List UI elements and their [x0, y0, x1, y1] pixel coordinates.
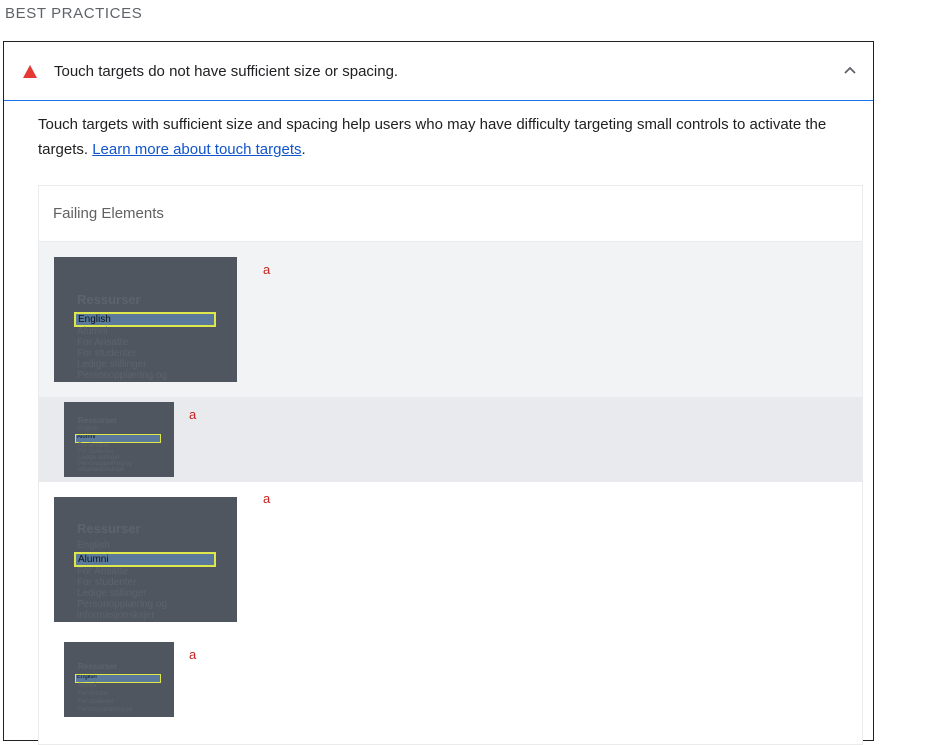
thumb-line: For Ansatte [77, 337, 129, 348]
table-row: Ressurser English Alumni For Ansatte For… [39, 482, 862, 627]
audit-header[interactable]: Touch targets do not have sufficient siz… [4, 42, 873, 101]
thumb-line: English [78, 426, 98, 432]
thumb-line: Personopplæring og [77, 599, 168, 610]
table-row: Ressurser English Alumni For Ansatte For… [39, 242, 862, 397]
element-screenshot: Ressurser English Alumni For Ansatte For… [54, 257, 237, 382]
thumb-line: Ledige stillinger [77, 588, 147, 599]
thumb-line: informasjonsksjer [78, 467, 125, 473]
thumb-line: For studenter [77, 577, 137, 588]
thumb-highlight: English [74, 312, 216, 327]
thumb-line: Alumni [78, 683, 97, 689]
thumb-line: English [77, 540, 110, 551]
thumb-highlight: Alumni [75, 434, 161, 443]
thumb-line: For Ansatte [77, 566, 129, 577]
chevron-up-icon[interactable] [841, 62, 859, 80]
node-label[interactable]: a [189, 647, 196, 662]
fail-triangle-icon [23, 65, 37, 78]
table-row: Ressurser English Alumni For Ansatte For… [39, 397, 862, 482]
table-row: Ressurser English Alumni For Ansatte For… [39, 627, 862, 744]
node-label[interactable]: a [263, 262, 270, 277]
node-label[interactable]: a [189, 407, 196, 422]
thumb-line: Personopplæring og [77, 370, 168, 381]
thumb-line: Alumni [77, 326, 108, 337]
element-screenshot: Ressurser English Alumni For Ansatte For… [64, 402, 174, 477]
audit-description: Touch targets with sufficient size and s… [38, 112, 838, 162]
learn-more-link[interactable]: Learn more about touch targets [92, 141, 301, 158]
element-screenshot: Ressurser English Alumni For Ansatte For… [54, 497, 237, 622]
thumb-title: Ressurser [78, 416, 118, 425]
thumb-highlight: English [75, 674, 161, 683]
failing-elements-table: Failing Elements Ressurser English Alumn… [38, 185, 863, 745]
audit-title: Touch targets do not have sufficient siz… [54, 63, 399, 80]
audit-panel: Touch targets do not have sufficient siz… [3, 41, 874, 745]
thumb-line: For studenter [78, 699, 114, 705]
thumb-line: For Ansatte [78, 691, 109, 697]
table-header-label: Failing Elements [53, 205, 164, 222]
thumb-title: Ressurser [78, 662, 118, 671]
thumb-title: Ressurser [77, 292, 141, 307]
thumb-line: informasjonsksjer [77, 610, 155, 621]
element-screenshot: Ressurser English Alumni For Ansatte For… [64, 642, 174, 717]
thumb-title: Ressurser [77, 521, 141, 536]
description-period: . [301, 141, 306, 158]
thumb-line: Personopplæring og [78, 707, 133, 713]
thumb-line: Ledige stillinger [77, 359, 147, 370]
table-header: Failing Elements [39, 186, 862, 242]
thumb-line: For studenter [77, 348, 137, 359]
section-title: BEST PRACTICES [5, 5, 143, 22]
thumb-highlight: Alumni [74, 552, 216, 567]
node-label[interactable]: a [263, 491, 270, 506]
